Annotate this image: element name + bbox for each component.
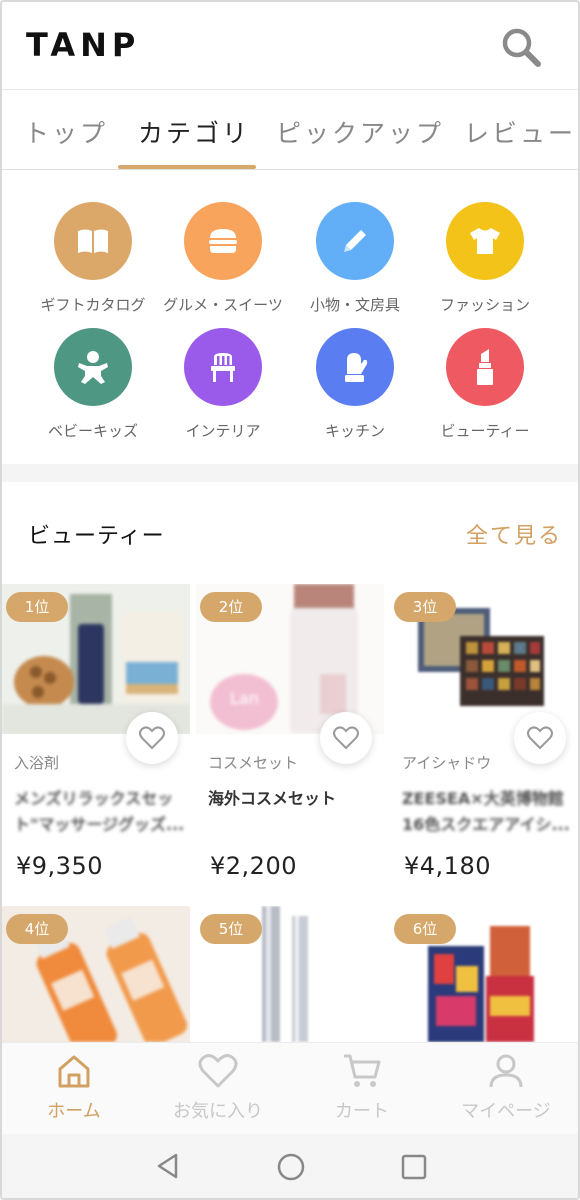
home-icon: [58, 1055, 90, 1088]
category-stationery[interactable]: 小物・文房具: [290, 202, 420, 315]
product-card[interactable]: 5位: [196, 906, 384, 1046]
nav-cart[interactable]: カート: [290, 1053, 434, 1123]
tab-category[interactable]: カテゴリ: [138, 114, 250, 150]
home-circle-icon[interactable]: [276, 1152, 306, 1182]
svg-text:Lan: Lan: [230, 689, 259, 708]
rank-badge: 3位: [394, 592, 456, 622]
nav-home[interactable]: ホーム: [2, 1053, 146, 1123]
product-card[interactable]: 3位 アイシャドウ ZEESEA×大英博物館 16色スクエアアイシ... ¥4,…: [390, 584, 578, 894]
category-label: キッチン: [324, 422, 385, 440]
category-label: ファッション: [439, 296, 530, 314]
category-label: 小物・文房具: [309, 296, 400, 314]
category-label: ビューティー: [440, 422, 530, 440]
product-category: アイシャドウ: [402, 754, 492, 772]
category-gift-catalog[interactable]: ギフトカタログ: [28, 202, 158, 315]
product-name[interactable]: メンズリラックスセット"マッサージグッズ...: [14, 786, 186, 838]
rank-badge: 5位: [200, 914, 262, 944]
product-category: コスメセット: [208, 754, 299, 772]
search-icon[interactable]: [498, 24, 544, 70]
recents-square-icon[interactable]: [400, 1153, 428, 1181]
product-card[interactable]: 6位: [390, 906, 578, 1046]
app-frame: TANP トップ カテゴリ ピックアップ レビュー ギフトカタログ グルメ・スイ…: [0, 0, 580, 1200]
product-card[interactable]: 4位: [2, 906, 190, 1046]
nav-mypage-label: マイページ: [461, 1101, 551, 1122]
product-price: ¥2,200: [210, 852, 297, 880]
favorite-heart-icon[interactable]: [126, 712, 178, 764]
nav-mypage[interactable]: マイページ: [434, 1053, 578, 1123]
category-label: インテリア: [185, 422, 261, 440]
nav-favorites-label: お気に入り: [173, 1101, 263, 1122]
category-baby-kids[interactable]: ベビーキッズ: [28, 328, 158, 441]
active-tab-indicator: [118, 165, 256, 169]
category-kitchen[interactable]: キッチン: [290, 328, 420, 441]
product-category: 入浴剤: [14, 754, 60, 772]
tshirt-icon: [446, 202, 524, 280]
favorite-heart-icon[interactable]: [320, 712, 372, 764]
tab-top[interactable]: トップ: [24, 114, 108, 150]
category-label: グルメ・スイーツ: [163, 296, 283, 314]
category-label: ベビーキッズ: [47, 422, 138, 440]
category-interior[interactable]: インテリア: [158, 328, 288, 441]
section-title: ビューティー: [28, 524, 165, 549]
section-divider: [2, 464, 578, 482]
rank-badge: 1位: [6, 592, 68, 622]
cart-icon: [344, 1054, 381, 1087]
nav-home-label: ホーム: [47, 1101, 101, 1122]
rank-badge: 2位: [200, 592, 262, 622]
chair-icon: [184, 328, 262, 406]
system-navigation-bar: [2, 1134, 578, 1198]
nav-cart-label: カート: [335, 1101, 389, 1122]
back-triangle-icon[interactable]: [154, 1152, 182, 1180]
lipstick-icon: [446, 328, 524, 406]
bottom-navigation: ホーム お気に入り カート マイページ: [2, 1042, 578, 1134]
product-price: ¥9,350: [16, 852, 103, 880]
product-price: ¥4,180: [404, 852, 491, 880]
product-card[interactable]: 1位 入浴剤 メンズリラックスセット"マッサージグッズ... ¥9,350: [2, 584, 190, 894]
category-gourmet-sweets[interactable]: グルメ・スイーツ: [158, 202, 288, 315]
app-logo[interactable]: TANP: [26, 26, 140, 64]
baby-icon: [54, 328, 132, 406]
category-beauty[interactable]: ビューティー: [420, 328, 550, 441]
mitten-icon: [316, 328, 394, 406]
rank-badge: 4位: [6, 914, 68, 944]
tab-review[interactable]: レビュー: [464, 114, 576, 150]
heart-icon: [198, 1054, 238, 1088]
product-card[interactable]: Lan 2位 コスメセット 海外コスメセット ¥2,200: [196, 584, 384, 894]
app-header: TANP: [2, 2, 578, 90]
nav-favorites[interactable]: お気に入り: [146, 1053, 290, 1123]
category-tabs: トップ カテゴリ ピックアップ レビュー: [2, 90, 578, 170]
book-icon: [54, 202, 132, 280]
rank-badge: 6位: [394, 914, 456, 944]
favorite-heart-icon[interactable]: [514, 712, 566, 764]
tab-pickup[interactable]: ピックアップ: [276, 114, 444, 150]
category-label: ギフトカタログ: [40, 296, 146, 314]
user-icon: [489, 1054, 523, 1088]
pencil-icon: [316, 202, 394, 280]
burger-icon: [184, 202, 262, 280]
product-name[interactable]: 海外コスメセット: [208, 786, 380, 812]
category-fashion[interactable]: ファッション: [420, 202, 550, 315]
see-all-link[interactable]: 全て見る: [466, 518, 562, 550]
product-name[interactable]: ZEESEA×大英博物館 16色スクエアアイシ...: [402, 786, 574, 838]
